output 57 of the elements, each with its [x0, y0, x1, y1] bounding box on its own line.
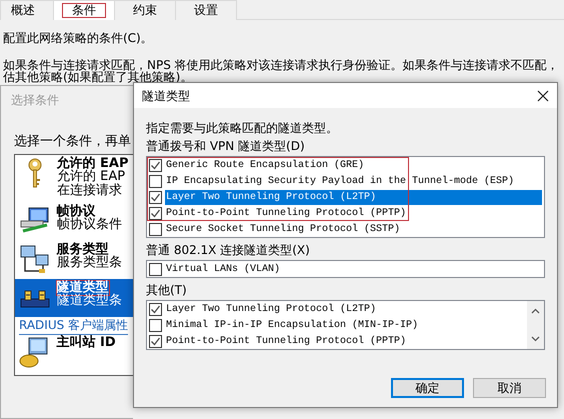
scroll-up-icon[interactable] [531, 308, 540, 314]
checkbox[interactable] [149, 174, 162, 188]
tab[interactable]: 设置 [175, 0, 237, 20]
highlight-frame: 概述 [1, 3, 45, 18]
tab[interactable]: 概述 [0, 0, 54, 20]
checklist-item[interactable]: Minimal IP-in-IP Encapsulation (MIN-IP-IP) [165, 318, 525, 332]
condition-title: 主叫站 ID [56, 334, 117, 350]
checkbox[interactable] [149, 190, 162, 204]
condition-description: 在连接请求 [57, 184, 122, 198]
condition-description: 帧协议条件 [57, 218, 122, 232]
highlight-frame: 条件 [62, 3, 106, 18]
close-icon[interactable] [537, 90, 549, 102]
tab[interactable]: 条件 [53, 0, 115, 20]
condition-description: 允许的 EAP [57, 170, 126, 184]
checklist-item[interactable]: Layer Two Tunneling Protocol (L2TP) [165, 302, 525, 316]
group-label: 其他(T) [146, 282, 187, 298]
checklist-item[interactable]: Point-to-Point Tunneling Protocol (PPTP) [165, 206, 542, 220]
condition-description: 服务类型条 [57, 256, 122, 270]
description-text: 如果条件与连接请求匹配，NPS 将使用此策略对该连接请求执行身份验证。如果条件与连接请求不匹配， [3, 58, 559, 72]
dialog-button[interactable]: 取消 [473, 378, 546, 398]
condition-item[interactable]: 服务类型 服务类型条 [15, 241, 133, 279]
condition-title: 服务类型 [56, 242, 110, 256]
scroll-down-icon[interactable] [531, 336, 540, 342]
checkbox[interactable] [149, 262, 162, 276]
network-icon [19, 243, 51, 275]
checklist-item[interactable]: Point-to-Point Tunneling Protocol (PPTP) [165, 334, 525, 348]
checklist-item[interactable]: Layer Two Tunneling Protocol (L2TP) [165, 190, 542, 204]
checkbox[interactable] [149, 334, 162, 348]
dialog-title: 隧道类型 [142, 88, 190, 104]
condition-description: 隧道类型条 [57, 294, 122, 308]
highlight-frame: 约束 [123, 3, 167, 18]
checkbox[interactable] [149, 302, 162, 316]
tab[interactable]: 约束 [114, 0, 176, 20]
condition-title: 允许的 EAP [56, 156, 130, 170]
checkbox[interactable] [149, 222, 162, 236]
checklist-item[interactable]: Generic Route Encapsulation (GRE) [165, 158, 542, 172]
checklist-item[interactable]: Virtual LANs (VLAN) [165, 262, 542, 276]
instruction-text: 指定需要与此策略匹配的隧道类型。 [146, 120, 338, 136]
group-header: RADIUS 客户端属性 [19, 318, 128, 335]
checkbox[interactable] [149, 158, 162, 172]
description-text: 估其他策略(如果配置了其他策略)。 [3, 70, 192, 84]
highlight-frame: 设置 [184, 3, 228, 18]
dialog-title: 选择条件 [10, 92, 60, 109]
condition-item[interactable]: 主叫站 ID [15, 334, 133, 372]
group-label: 普通拨号和 VPN 隧道类型(D) [146, 138, 305, 154]
checklist-item[interactable]: Secure Socket Tunneling Protocol (SSTP) [165, 222, 542, 236]
instruction-text: 选择一个条件，再单 [14, 133, 131, 150]
condition-title: 帧协议 [56, 204, 96, 218]
dialog-button[interactable]: 确定 [391, 378, 464, 398]
group-label: 普通 802.1X 连接隧道类型(X) [146, 242, 310, 258]
scrollbar[interactable] [527, 301, 544, 349]
checklist-item[interactable]: IP Encapsulating Security Payload in the Tunnel-mode (ESP) [165, 174, 542, 188]
section-heading: 配置此网络策略的条件(C)。 [3, 31, 153, 45]
condition-item[interactable]: 帧协议 帧协议条件 [15, 203, 133, 241]
checkbox[interactable] [149, 206, 162, 220]
condition-item[interactable]: 允许的 EAP 允许的 EAP 在连接请求 [15, 155, 133, 203]
checkbox[interactable] [149, 318, 162, 332]
